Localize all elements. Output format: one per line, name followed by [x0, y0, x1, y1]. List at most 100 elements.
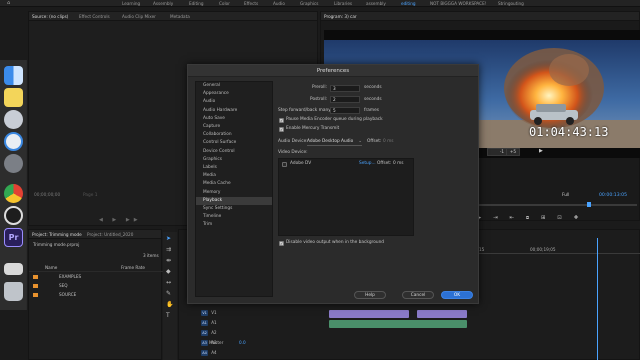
disable-background-checkbox[interactable]: ✓ [279, 241, 284, 246]
category-media-cache[interactable]: Media Cache [196, 180, 272, 188]
category-sync-settings[interactable]: Sync Settings [196, 205, 272, 213]
premiere-pro-icon[interactable]: Pr [4, 228, 23, 247]
track-source-a4[interactable]: A4 [201, 350, 208, 356]
workspace-tab-libraries[interactable]: Libraries [334, 0, 352, 7]
drive-icon[interactable] [4, 263, 23, 275]
category-appearance[interactable]: Appearance [196, 90, 272, 98]
source-page: Page 1 [83, 193, 98, 198]
postroll-input[interactable]: 2 [330, 96, 360, 103]
launchpad-icon[interactable] [4, 110, 23, 129]
video-offset-label: Offset: [377, 161, 392, 166]
ruler-label-15: 15 [479, 247, 485, 252]
track-source-a2[interactable]: A2 [201, 330, 208, 336]
folder-icon [33, 293, 38, 297]
col-name[interactable]: Name [45, 264, 57, 271]
category-graphics[interactable]: Graphics [196, 156, 272, 164]
program-title[interactable]: Program: 3) car [324, 12, 357, 21]
ripple-edit-tool-icon[interactable]: ⇹ [166, 258, 171, 264]
track-source-a1[interactable]: A1 [201, 320, 208, 326]
source-timecode: 00;00;00;00 [34, 193, 61, 198]
home-icon[interactable]: ⌂ [7, 0, 10, 7]
fit-dropdown[interactable]: Full [562, 193, 569, 198]
selection-tool-icon[interactable]: ➤ [166, 236, 171, 242]
workspace-tab-audio[interactable]: Audio [273, 0, 285, 7]
hand-tool-icon[interactable]: ✋ [166, 302, 173, 308]
category-audio-hardware[interactable]: Audio Hardware [196, 107, 272, 115]
category-collaboration[interactable]: Collaboration [196, 131, 272, 139]
tab-project-trimming[interactable]: Project: Trimming mode [32, 230, 82, 239]
workspace-tab-assembly[interactable]: Assembly [153, 0, 173, 7]
category-control-surface[interactable]: Control Surface [196, 139, 272, 147]
category-trim[interactable]: Trim [196, 221, 272, 229]
step-input[interactable]: 5 [330, 107, 360, 114]
workspace-tab-learning[interactable]: Learning [122, 0, 140, 7]
finder-icon[interactable] [4, 66, 23, 85]
workspace-tab-effects[interactable]: Effects [244, 0, 258, 7]
cancel-button[interactable]: Cancel [402, 291, 434, 299]
category-auto-save[interactable]: Auto Save [196, 115, 272, 123]
ok-button[interactable]: OK [441, 291, 473, 299]
track-source-a3[interactable]: A3 [201, 340, 208, 346]
category-media[interactable]: Media [196, 172, 272, 180]
workspace-tab-editing-custom[interactable]: editing [401, 0, 416, 7]
timeline-clip-audio[interactable] [329, 320, 467, 328]
program-transport-controls[interactable]: ▶ ⇥ ⇤ ⧈ ⊞ ⊡ ✚ [477, 215, 583, 222]
program-playhead[interactable] [587, 202, 591, 207]
slip-tool-icon[interactable]: ↔ [166, 280, 171, 286]
col-frame-rate[interactable]: Frame Rate [121, 264, 145, 271]
workspace-tab-assembly-custom[interactable]: assembly [366, 0, 386, 7]
notes-icon[interactable] [4, 88, 23, 107]
audio-device-dropdown[interactable]: Adobe Desktop Audio ⌄ [307, 138, 362, 146]
razor-tool-icon[interactable]: ◆ [166, 269, 171, 275]
nudge-forward-button[interactable]: +5 [506, 148, 520, 156]
play-icon[interactable]: ▶ [539, 148, 543, 154]
category-audio[interactable]: Audio [196, 98, 272, 106]
pause-encoder-checkbox[interactable]: ✓ [279, 118, 284, 123]
tab-metadata[interactable]: Metadata [170, 12, 190, 21]
category-playback[interactable]: Playback [196, 196, 272, 205]
chrome-icon[interactable] [4, 184, 23, 203]
safari-icon[interactable] [4, 132, 23, 151]
help-button[interactable]: Help [354, 291, 386, 299]
category-capture[interactable]: Capture [196, 123, 272, 131]
bin-name: SEQ [59, 283, 68, 288]
trash-icon[interactable] [4, 282, 23, 301]
category-general[interactable]: General [196, 82, 272, 90]
track-header-v1: V1 V1 [201, 308, 217, 317]
master-track-value[interactable]: 0.0 [239, 340, 246, 345]
timeline-clip-video[interactable] [329, 310, 409, 318]
tab-project-untitled[interactable]: Project: Untitled_2020 [87, 230, 133, 239]
setup-link[interactable]: Setup... [359, 161, 376, 167]
project-item-count: 3 items [143, 253, 159, 258]
timeline-clip-video[interactable] [417, 310, 467, 318]
workspace-tab-stringouting[interactable]: Stringouting [498, 0, 524, 7]
tab-effect-controls[interactable]: Effect Controls [79, 12, 110, 21]
workspace-tab-not-bigga[interactable]: NOT BIGGGA WORKSPACE! [430, 0, 486, 7]
workspace-tab-graphics[interactable]: Graphics [300, 0, 319, 7]
category-device-control[interactable]: Device Control [196, 148, 272, 156]
workspace-tab-editing[interactable]: Editing [189, 0, 204, 7]
tab-audio-clip-mixer[interactable]: Audio Clip Mixer [122, 12, 156, 21]
audio-offset-value[interactable]: 0 ms [383, 139, 394, 145]
pause-encoder-label: Pause Media Encoder queue during playbac… [286, 117, 383, 122]
enable-transmit-checkbox[interactable]: ✓ [279, 127, 284, 132]
pen-tool-icon[interactable]: ✎ [166, 291, 171, 297]
track-header-a2: A2 A2 [201, 328, 217, 337]
type-tool-icon[interactable]: T [166, 313, 170, 319]
category-memory[interactable]: Memory [196, 189, 272, 197]
track-select-tool-icon[interactable]: ⇉ [166, 247, 171, 253]
workspace-tab-color[interactable]: Color [219, 0, 230, 7]
category-timeline[interactable]: Timeline [196, 213, 272, 221]
tab-source[interactable]: Source: (no clips) [32, 12, 68, 21]
adobe-dv-checkbox[interactable] [282, 162, 287, 167]
preroll-input[interactable]: 3 [330, 85, 360, 92]
postroll-label: Postroll: [310, 97, 328, 102]
ruler-label-19: 00;00;19;05 [530, 247, 556, 252]
timeline-playhead[interactable] [597, 238, 598, 360]
system-preferences-icon[interactable] [4, 154, 23, 173]
source-transport-controls[interactable]: ◀ ▶ ▶▶ [99, 217, 142, 223]
video-offset-value[interactable]: 0 ms [393, 161, 404, 167]
obs-icon[interactable] [4, 206, 23, 225]
category-labels[interactable]: Labels [196, 164, 272, 172]
track-source-v1[interactable]: V1 [201, 310, 208, 316]
